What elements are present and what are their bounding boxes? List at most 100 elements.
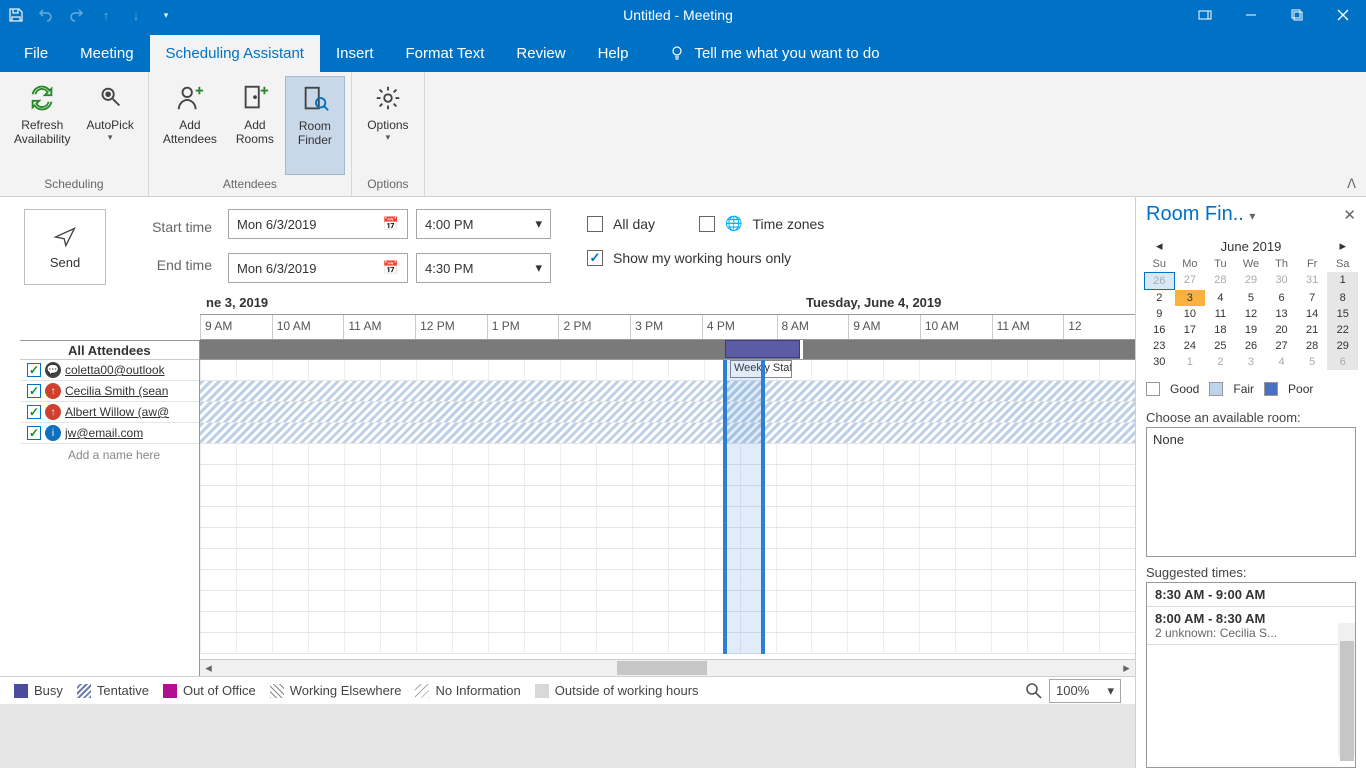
calendar-day[interactable]: 5 bbox=[1297, 354, 1328, 370]
scroll-left-icon[interactable]: ◂ bbox=[200, 660, 217, 676]
calendar-day[interactable]: 9 bbox=[1144, 306, 1175, 322]
tab-scheduling-assistant[interactable]: Scheduling Assistant bbox=[150, 35, 320, 72]
calendar-day[interactable]: 5 bbox=[1236, 290, 1267, 306]
attendee-checkbox[interactable] bbox=[27, 384, 41, 398]
suggested-time-item[interactable]: 8:00 AM - 8:30 AM2 unknown: Cecilia S... bbox=[1147, 607, 1355, 645]
chevron-down-icon[interactable]: ▾ bbox=[1249, 209, 1255, 223]
minimize-button[interactable] bbox=[1228, 0, 1274, 30]
attendee-row[interactable]: ↑ Cecilia Smith (sean bbox=[20, 381, 199, 402]
room-finder-button[interactable]: Room Finder bbox=[285, 76, 345, 175]
vertical-scrollbar[interactable] bbox=[1338, 623, 1355, 757]
calendar-day[interactable]: 2 bbox=[1144, 290, 1175, 306]
maximize-button[interactable] bbox=[1274, 0, 1320, 30]
calendar-day[interactable]: 20 bbox=[1266, 322, 1297, 338]
zoom-select[interactable]: 100%▾ bbox=[1049, 679, 1121, 703]
search-icon[interactable] bbox=[1025, 682, 1043, 700]
tab-insert[interactable]: Insert bbox=[320, 35, 390, 72]
calendar-day[interactable]: 1 bbox=[1175, 354, 1206, 370]
calendar-day[interactable]: 8 bbox=[1327, 290, 1358, 306]
room-list[interactable]: None bbox=[1146, 427, 1356, 557]
calendar-day[interactable]: 27 bbox=[1266, 338, 1297, 354]
calendar-day[interactable]: 24 bbox=[1175, 338, 1206, 354]
attendee-row[interactable]: i jw@email.com bbox=[20, 423, 199, 444]
working-hours-checkbox[interactable] bbox=[587, 250, 603, 266]
collapse-ribbon-icon[interactable]: ᐱ bbox=[1347, 176, 1356, 192]
attendee-checkbox[interactable] bbox=[27, 363, 41, 377]
attendee-row[interactable]: ↑ Albert Willow (aw@ bbox=[20, 402, 199, 423]
tab-meeting[interactable]: Meeting bbox=[64, 35, 149, 72]
calendar-day[interactable]: 16 bbox=[1144, 322, 1175, 338]
down-arrow-icon[interactable]: ↓ bbox=[128, 7, 144, 23]
autopick-button[interactable]: AutoPick ▾ bbox=[78, 76, 141, 175]
calendar-day[interactable]: 4 bbox=[1266, 354, 1297, 370]
next-month-icon[interactable]: ▸ bbox=[1339, 238, 1346, 254]
add-attendee-input[interactable]: Add a name here bbox=[20, 444, 199, 465]
scrollbar-thumb[interactable] bbox=[617, 661, 707, 675]
start-time-input[interactable]: 4:00 PM▾ bbox=[416, 209, 551, 239]
refresh-availability-button[interactable]: Refresh Availability bbox=[6, 76, 78, 175]
send-button[interactable]: Send bbox=[24, 209, 106, 285]
calendar-day[interactable]: 13 bbox=[1266, 306, 1297, 322]
calendar-day[interactable]: 27 bbox=[1175, 272, 1206, 290]
calendar-day[interactable]: 30 bbox=[1266, 272, 1297, 290]
end-time-input[interactable]: 4:30 PM▾ bbox=[416, 253, 551, 283]
calendar-day[interactable]: 30 bbox=[1144, 354, 1175, 370]
scrollbar-thumb[interactable] bbox=[1340, 641, 1354, 761]
calendar-day[interactable]: 28 bbox=[1205, 272, 1236, 290]
calendar-day[interactable]: 23 bbox=[1144, 338, 1175, 354]
up-arrow-icon[interactable]: ↑ bbox=[98, 7, 114, 23]
attendee-checkbox[interactable] bbox=[27, 405, 41, 419]
time-zones-checkbox[interactable] bbox=[699, 216, 715, 232]
calendar-day[interactable]: 29 bbox=[1327, 338, 1358, 354]
calendar-day[interactable]: 6 bbox=[1266, 290, 1297, 306]
calendar-day[interactable]: 17 bbox=[1175, 322, 1206, 338]
tab-review[interactable]: Review bbox=[500, 35, 581, 72]
suggested-time-item[interactable]: 8:30 AM - 9:00 AM bbox=[1147, 583, 1355, 607]
calendar-day[interactable]: 1 bbox=[1327, 272, 1358, 290]
horizontal-scrollbar[interactable]: ◂ ▸ bbox=[200, 659, 1135, 676]
undo-icon[interactable] bbox=[38, 7, 54, 23]
calendar-day[interactable]: 11 bbox=[1205, 306, 1236, 322]
calendar-day[interactable]: 26 bbox=[1144, 272, 1175, 290]
calendar-day[interactable]: 4 bbox=[1205, 290, 1236, 306]
end-date-input[interactable]: Mon 6/3/2019📅 bbox=[228, 253, 408, 283]
save-icon[interactable] bbox=[8, 7, 24, 23]
calendar-day[interactable]: 28 bbox=[1297, 338, 1328, 354]
calendar-day[interactable]: 12 bbox=[1236, 306, 1267, 322]
ribbon-display-options-icon[interactable] bbox=[1182, 0, 1228, 30]
tell-me-search[interactable]: Tell me what you want to do bbox=[656, 34, 891, 72]
add-rooms-button[interactable]: Add Rooms bbox=[225, 76, 285, 175]
calendar-day[interactable]: 3 bbox=[1236, 354, 1267, 370]
freebusy-grid[interactable]: ne 3, 2019 Tuesday, June 4, 2019 9 AM10 … bbox=[200, 293, 1135, 676]
close-icon[interactable]: ✕ bbox=[1343, 206, 1356, 224]
calendar-day[interactable]: 15 bbox=[1327, 306, 1358, 322]
calendar-day[interactable]: 14 bbox=[1297, 306, 1328, 322]
calendar-day[interactable]: 10 bbox=[1175, 306, 1206, 322]
tab-help[interactable]: Help bbox=[582, 35, 645, 72]
attendee-row[interactable]: 💬 coletta00@outlook bbox=[20, 360, 199, 381]
calendar-day[interactable]: 29 bbox=[1236, 272, 1267, 290]
add-attendees-button[interactable]: Add Attendees bbox=[155, 76, 225, 175]
calendar-day[interactable]: 25 bbox=[1205, 338, 1236, 354]
calendar-day[interactable]: 7 bbox=[1297, 290, 1328, 306]
calendar-day[interactable]: 3 bbox=[1175, 290, 1206, 306]
calendar-day[interactable]: 21 bbox=[1297, 322, 1328, 338]
options-button[interactable]: Options ▾ bbox=[358, 76, 418, 175]
prev-month-icon[interactable]: ◂ bbox=[1156, 238, 1163, 254]
calendar-day[interactable]: 2 bbox=[1205, 354, 1236, 370]
calendar-day[interactable]: 22 bbox=[1327, 322, 1358, 338]
tab-format-text[interactable]: Format Text bbox=[389, 35, 500, 72]
calendar-day[interactable]: 31 bbox=[1297, 272, 1328, 290]
calendar-day[interactable]: 26 bbox=[1236, 338, 1267, 354]
close-button[interactable] bbox=[1320, 0, 1366, 30]
start-date-input[interactable]: Mon 6/3/2019📅 bbox=[228, 209, 408, 239]
qat-customize-icon[interactable]: ▾ bbox=[158, 7, 174, 23]
calendar-day[interactable]: 18 bbox=[1205, 322, 1236, 338]
attendee-checkbox[interactable] bbox=[27, 426, 41, 440]
all-day-checkbox[interactable] bbox=[587, 216, 603, 232]
calendar-day[interactable]: 6 bbox=[1327, 354, 1358, 370]
calendar-day[interactable]: 19 bbox=[1236, 322, 1267, 338]
redo-icon[interactable] bbox=[68, 7, 84, 23]
tab-file[interactable]: File bbox=[8, 35, 64, 72]
scroll-right-icon[interactable]: ▸ bbox=[1118, 660, 1135, 676]
